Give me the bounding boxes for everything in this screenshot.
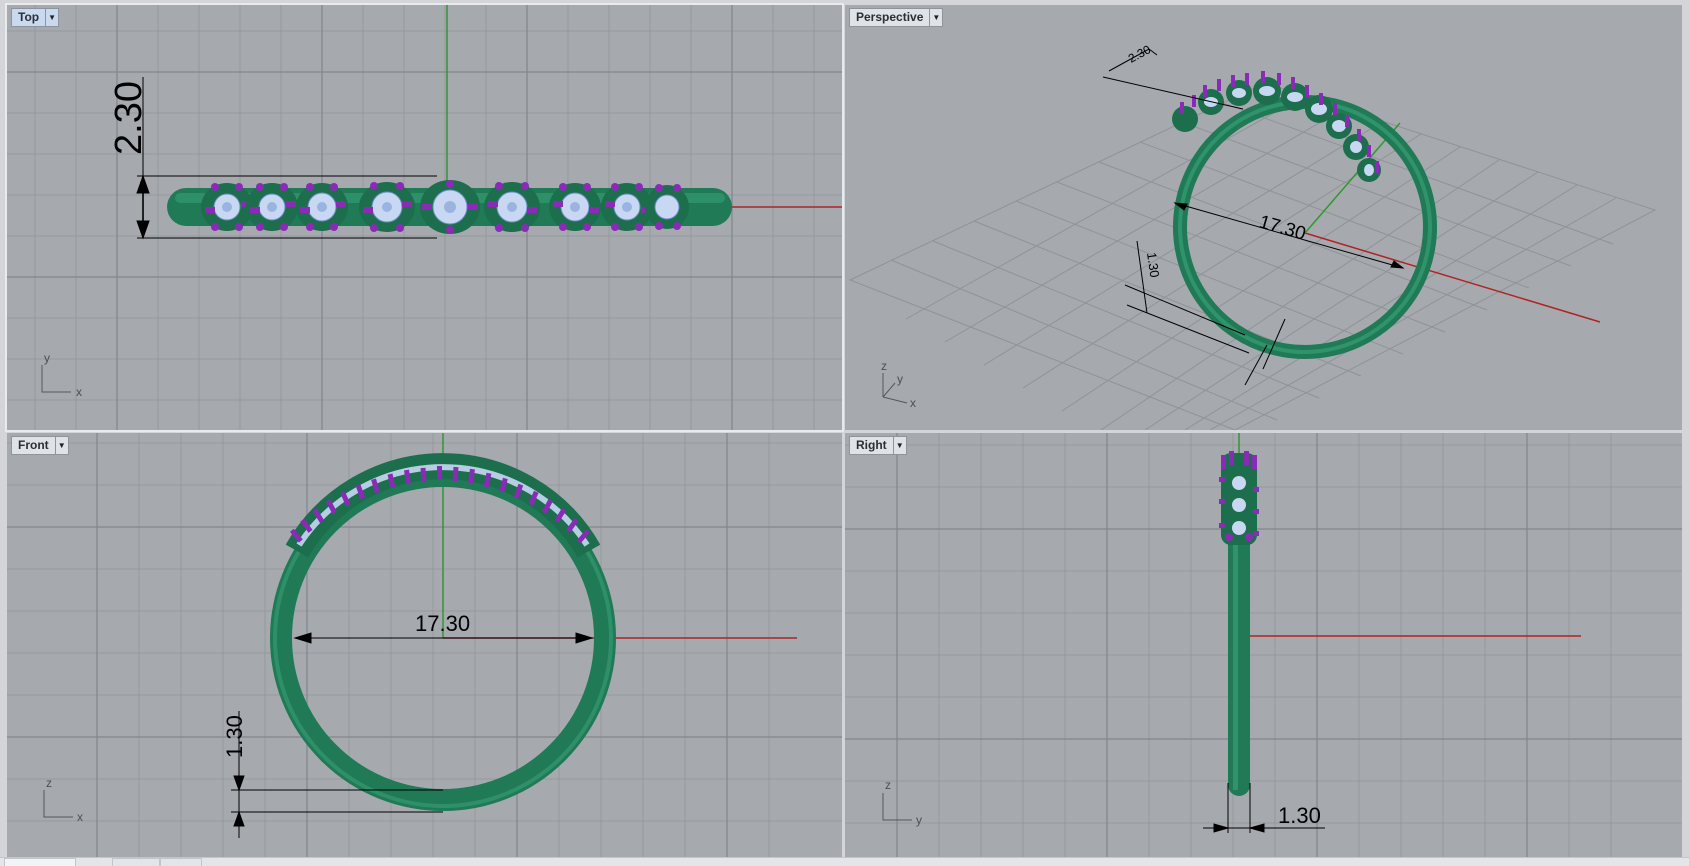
axis-triad-icon	[882, 373, 908, 404]
dropdown-arrow-icon[interactable]: ▼	[929, 9, 942, 26]
viewport-perspective[interactable]: Perspective ▼ 2.30 17.30 1.30 z y x	[845, 5, 1682, 430]
grid-major	[845, 433, 1682, 857]
dropdown-arrow-icon[interactable]: ▼	[45, 9, 58, 26]
viewport-title: Top	[18, 10, 40, 24]
axis-label-y: y	[44, 351, 50, 365]
stone-settings	[201, 180, 689, 234]
axis-label-y: y	[897, 372, 903, 386]
axis-label-z: z	[46, 776, 52, 790]
right-canvas[interactable]: 1.30 z y	[845, 433, 1682, 857]
viewport-top[interactable]: Top ▼ 2.30 y x	[5, 3, 844, 432]
viewport-tab-top[interactable]: Top ▼	[11, 8, 60, 27]
viewport-tab-perspective[interactable]: Perspective ▼	[849, 8, 944, 27]
front-canvas[interactable]: 17.30 1.30 z x	[7, 433, 842, 857]
perspective-canvas[interactable]: 2.30 17.30 1.30 z y x	[845, 5, 1682, 430]
viewport-title: Perspective	[856, 10, 924, 24]
stone-settings	[285, 453, 601, 558]
axis-label-y: y	[916, 813, 922, 827]
dimension-label-diameter: 17.30	[1257, 212, 1308, 245]
axis-label-x: x	[76, 385, 82, 399]
dimension-label-side: 1.30	[1144, 251, 1162, 278]
dimension-label-width: 2.30	[108, 81, 150, 155]
viewport-title: Right	[856, 438, 887, 452]
axis-label-z: z	[885, 778, 891, 792]
top-canvas[interactable]: 2.30 y x	[7, 5, 842, 430]
axis-triad-icon	[41, 365, 71, 393]
axis-triad-icon	[43, 790, 73, 818]
perspective-grid	[848, 82, 1657, 430]
axis-label-z: z	[881, 359, 887, 373]
viewport-tab-right[interactable]: Right ▼	[849, 436, 907, 455]
viewport-title: Front	[18, 438, 49, 452]
viewport-tab-front[interactable]: Front ▼	[11, 436, 69, 455]
dimension-label-top: 2.30	[1126, 42, 1153, 65]
dimension-label-diameter: 17.30	[415, 611, 470, 636]
dimension-label-thickness: 1.30	[1278, 803, 1321, 828]
ring-band	[1228, 521, 1250, 796]
stone-settings	[1219, 451, 1259, 545]
axis-label-x: x	[77, 810, 83, 824]
axis-label-x: x	[910, 396, 916, 410]
dropdown-arrow-icon[interactable]: ▼	[892, 437, 906, 454]
x-axis-line	[1304, 232, 1601, 323]
viewport-right[interactable]: Right ▼ 1.30 z y	[845, 433, 1682, 857]
dropdown-arrow-icon[interactable]: ▼	[54, 437, 68, 454]
viewport-front[interactable]: Front ▼ 17.30 1.30 z x	[7, 433, 842, 857]
grid	[845, 433, 1682, 857]
dimension-label-thickness: 1.30	[222, 715, 247, 758]
